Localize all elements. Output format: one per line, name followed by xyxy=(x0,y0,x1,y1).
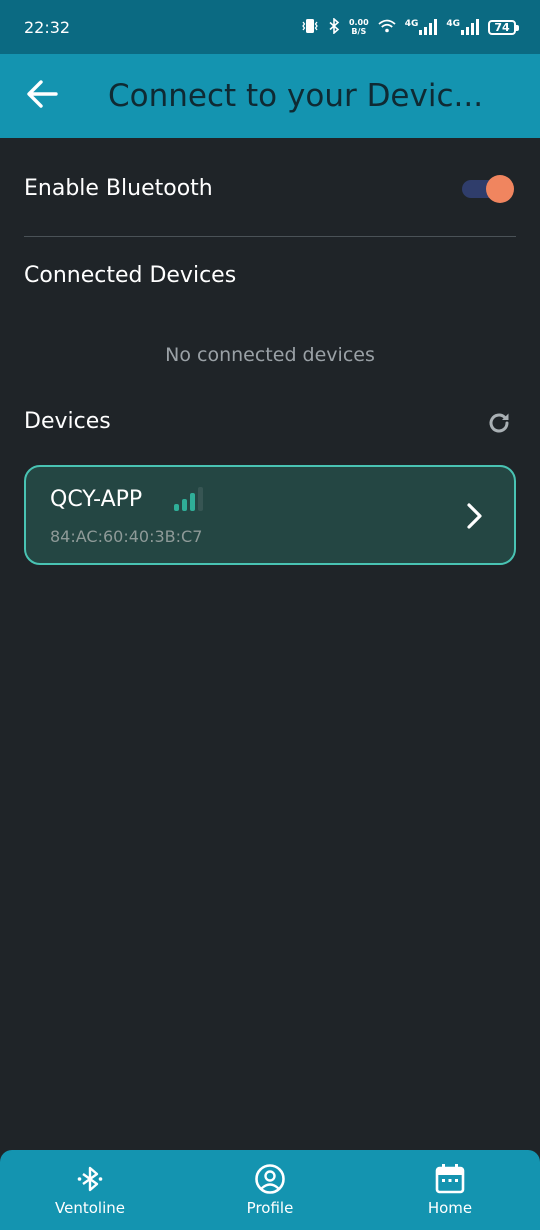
connected-devices-heading: Connected Devices xyxy=(24,263,237,288)
bluetooth-label: Enable Bluetooth xyxy=(24,175,213,201)
battery-icon: 74 xyxy=(488,19,519,35)
arrow-left-icon xyxy=(26,80,58,112)
device-mac-address: 84:AC:60:40:3B:C7 xyxy=(50,527,203,546)
status-icons: 0.00 B/S 4G 4G 74 xyxy=(301,16,519,37)
wifi-icon xyxy=(378,19,396,36)
bluetooth-setting-row: Enable Bluetooth xyxy=(24,160,516,216)
nav-label: Profile xyxy=(246,1199,294,1217)
net-speed: 0.00 B/S xyxy=(349,18,369,36)
device-item[interactable]: QCY-APP 84:AC:60:40:3B:C7 xyxy=(24,465,516,565)
nav-item-profile[interactable]: Profile xyxy=(190,1163,350,1217)
bluetooth-toggle[interactable] xyxy=(462,174,516,203)
status-time: 22:32 xyxy=(24,17,71,37)
chevron-right-icon xyxy=(462,501,486,531)
bluetooth-icon xyxy=(74,1163,106,1195)
network-type-2: 4G xyxy=(446,19,460,29)
nav-item-ventoline[interactable]: Ventoline xyxy=(10,1163,170,1217)
nav-item-home[interactable]: Home xyxy=(370,1163,530,1217)
divider xyxy=(24,236,516,237)
refresh-button[interactable] xyxy=(484,410,514,440)
bluetooth-status-icon xyxy=(328,16,340,37)
device-name: QCY-APP xyxy=(50,487,143,512)
page-title: Connect to your Devic... xyxy=(108,78,484,114)
net-speed-unit: B/S xyxy=(351,27,367,36)
profile-icon xyxy=(254,1163,286,1195)
bottom-nav: Ventoline Profile Home xyxy=(0,1150,540,1230)
toggle-knob xyxy=(486,175,514,203)
nav-label: Home xyxy=(427,1199,473,1217)
refresh-icon xyxy=(486,410,512,440)
calendar-icon xyxy=(434,1163,466,1195)
vibrate-icon xyxy=(301,18,319,37)
back-button[interactable] xyxy=(22,76,62,116)
nav-label: Ventoline xyxy=(55,1199,125,1217)
signal-2-icon: 4G xyxy=(446,19,479,35)
net-speed-value: 0.00 xyxy=(348,18,369,27)
signal-strength-icon xyxy=(174,485,203,511)
devices-heading: Devices xyxy=(24,409,111,434)
status-bar: 22:32 0.00 B/S 4G 4G 74 xyxy=(0,0,540,54)
signal-1-icon: 4G xyxy=(405,19,438,35)
network-type-1: 4G xyxy=(404,19,419,29)
app-bar: Connect to your Devic... xyxy=(0,54,540,138)
empty-state-text: No connected devices xyxy=(165,344,375,366)
battery-level: 74 xyxy=(494,20,510,34)
